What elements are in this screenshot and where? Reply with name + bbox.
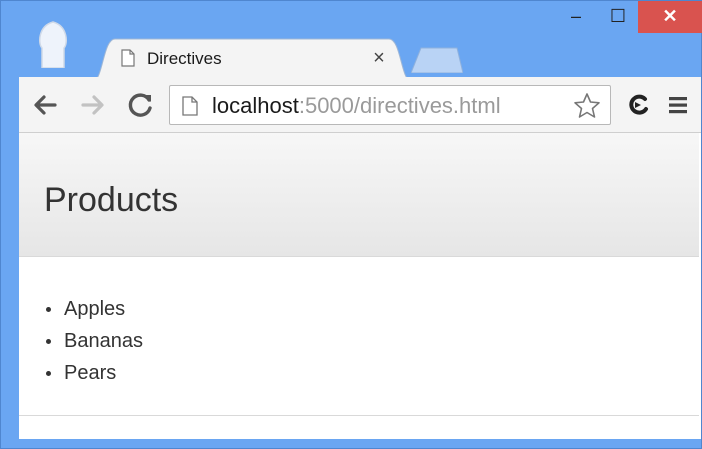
minimize-button[interactable]: –: [556, 1, 596, 33]
tab-title: Directives: [147, 49, 222, 68]
hamburger-menu-icon[interactable]: [662, 89, 694, 121]
divider: [19, 415, 699, 416]
reload-icon[interactable]: [125, 89, 157, 121]
browser-window: Directives × – ☐ ✕ localhost:5000/direct…: [0, 0, 702, 449]
star-icon[interactable]: [572, 91, 602, 121]
product-list: Apples Bananas Pears: [19, 293, 143, 389]
forward-arrow-icon[interactable]: [77, 89, 109, 121]
profile-avatar-icon[interactable]: [36, 18, 70, 68]
page-icon: [121, 49, 135, 67]
url-path: :5000/directives.html: [298, 93, 501, 118]
title-bar: Directives × – ☐ ✕: [1, 1, 702, 81]
tab-shape: [93, 38, 411, 81]
close-window-button[interactable]: ✕: [638, 1, 702, 33]
tab-directives[interactable]: [93, 37, 411, 81]
extension-icon[interactable]: [623, 89, 655, 121]
list-item: Apples: [19, 293, 143, 325]
tab-close-icon[interactable]: ×: [367, 46, 391, 70]
page-title: Products: [44, 181, 179, 219]
page-viewport: Products Apples Bananas Pears: [19, 133, 701, 439]
back-arrow-icon[interactable]: [29, 89, 61, 121]
page-icon: [182, 96, 198, 116]
list-item: Bananas: [19, 325, 143, 357]
new-tab-button[interactable]: [411, 47, 463, 73]
page-header: Products: [19, 133, 699, 257]
address-bar[interactable]: localhost:5000/directives.html: [169, 85, 611, 125]
browser-toolbar: localhost:5000/directives.html: [19, 77, 701, 133]
url-host: localhost: [212, 93, 299, 118]
maximize-button[interactable]: ☐: [598, 1, 638, 33]
url-text[interactable]: localhost:5000/directives.html: [212, 93, 501, 119]
list-item: Pears: [19, 357, 143, 389]
